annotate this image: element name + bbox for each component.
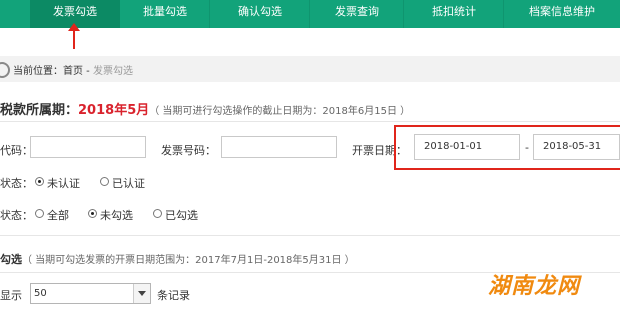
- records-suffix: 条记录: [157, 289, 190, 302]
- tab-archive-maintenance[interactable]: 档案信息维护: [504, 0, 620, 28]
- page-size-value: 50: [34, 288, 47, 299]
- watermark-logo: 湖南龙网: [488, 274, 581, 299]
- show-label: 显示: [0, 289, 22, 302]
- chevron-down-icon[interactable]: [133, 284, 150, 303]
- radio-unchecked[interactable]: [88, 209, 97, 218]
- radio-label: 已勾选: [165, 209, 198, 222]
- radio-unauthenticated[interactable]: [35, 177, 44, 186]
- invoice-code-label: 代码：: [0, 144, 33, 157]
- radio-label: 未认证: [47, 177, 80, 190]
- tab-label: 抵扣统计: [432, 5, 476, 18]
- top-nav: 发票勾选 批量勾选 确认勾选 发票查询 抵扣统计 档案信息维护: [0, 0, 620, 28]
- divider: [0, 235, 620, 236]
- breadcrumb-current: 发票勾选: [92, 66, 133, 77]
- auth-status-label: 状态：: [0, 177, 33, 190]
- check-section-title: 勾选（ 当期可勾选发票的开票日期范围为：2017年7月1日-2018年5月31日…: [0, 251, 355, 267]
- date-separator: -: [525, 141, 529, 154]
- radio-label: 已认证: [112, 177, 145, 190]
- radio-authenticated[interactable]: [100, 177, 109, 186]
- invoice-number-label: 发票号码：: [161, 144, 216, 157]
- section-note: （ 当期可勾选发票的开票日期范围为：2017年7月1日-2018年5月31日 ）: [22, 255, 355, 266]
- divider: [0, 121, 620, 122]
- invoice-number-input[interactable]: [221, 136, 337, 158]
- tab-label: 档案信息维护: [529, 5, 595, 18]
- period-value: 2018年5月: [78, 103, 150, 118]
- tab-label: 发票勾选: [53, 5, 97, 18]
- check-status-label: 状态：: [0, 209, 33, 222]
- invoice-code-input[interactable]: [30, 136, 146, 158]
- tab-deduction-stats[interactable]: 抵扣统计: [404, 0, 504, 28]
- tab-label: 批量勾选: [143, 5, 187, 18]
- tab-confirm-check[interactable]: 确认勾选: [210, 0, 310, 28]
- page-size-select[interactable]: 50: [30, 283, 151, 304]
- tab-label: 确认勾选: [238, 5, 282, 18]
- radio-all[interactable]: [35, 209, 44, 218]
- date-from-input[interactable]: 2018-01-01: [414, 134, 520, 160]
- section-title: 勾选: [0, 253, 22, 266]
- radio-checked[interactable]: [153, 209, 162, 218]
- radio-label: 未勾选: [100, 209, 133, 222]
- breadcrumb: 当前位置：首页 - 发票勾选: [13, 62, 133, 77]
- tab-label: 发票查询: [335, 5, 379, 18]
- tax-period: 税款所属期：2018年5月（ 当期可进行勾选操作的截止日期为：2018年6月15…: [0, 99, 410, 118]
- radio-label: 全部: [47, 209, 69, 222]
- tab-batch-check[interactable]: 批量勾选: [120, 0, 210, 28]
- date-to-input[interactable]: 2018-05-31: [533, 134, 620, 160]
- tab-invoice-query[interactable]: 发票查询: [310, 0, 404, 28]
- period-label: 税款所属期：: [0, 103, 79, 118]
- period-note: （ 当期可进行勾选操作的截止日期为：2018年6月15日 ）: [149, 106, 411, 117]
- breadcrumb-prefix: 当前位置：首页 -: [13, 66, 93, 77]
- red-arrow-icon: [68, 23, 80, 49]
